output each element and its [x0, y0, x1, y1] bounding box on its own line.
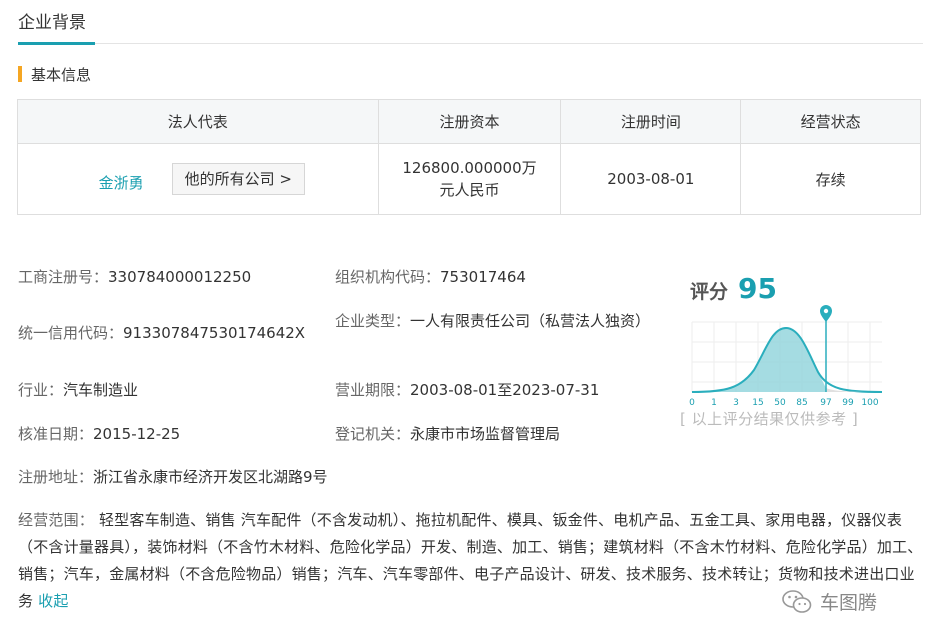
reg-number-row: 工商注册号：330784000012250 [18, 266, 251, 287]
capital-line-2: 元人民币 [439, 181, 500, 200]
industry-value: 汽车制造业 [63, 381, 139, 399]
tab-bar: 企业背景 [18, 0, 923, 45]
tick-label: 0 [689, 398, 695, 408]
capital-line-1: 126800.000000万 [402, 159, 537, 178]
approval-date-row: 核准日期：2015-12-25 [18, 423, 180, 444]
collapse-link[interactable]: 收起 [38, 592, 68, 610]
map-pin-icon [820, 305, 832, 322]
company-type-label: 企业类型： [335, 312, 411, 330]
approval-date-label: 核准日期： [18, 425, 94, 443]
authority-value: 永康市市场监督管理局 [410, 425, 561, 443]
tick-label: 3 [733, 398, 739, 408]
tick-label: 97 [820, 398, 831, 408]
address-label: 注册地址： [18, 468, 94, 486]
credit-code-label: 统一信用代码： [18, 324, 124, 342]
header-status: 经营状态 [740, 98, 921, 145]
term-label: 营业期限： [335, 381, 411, 399]
address-value: 浙江省永康市经济开发区北湖路9号 [93, 468, 328, 486]
business-scope-label: 经营范围： [18, 511, 95, 529]
all-companies-button[interactable]: 他的所有公司 > [171, 163, 305, 196]
cell-reg-capital: 126800.000000万 元人民币 [377, 143, 562, 215]
watermark: 车图腾 [782, 588, 877, 615]
address-row: 注册地址：浙江省永康市经济开发区北湖路9号 [18, 466, 328, 487]
tick-label: 15 [752, 398, 763, 408]
header-reg-capital: 注册资本 [377, 98, 562, 145]
tick-label: 85 [796, 398, 807, 408]
tick-label: 100 [861, 398, 878, 408]
company-type-row: 企业类型：一人有限责任公司（私营法人独资） [335, 309, 655, 333]
section-accent-bar [18, 66, 22, 82]
term-row: 营业期限：2003-08-01至2023-07-31 [335, 379, 599, 400]
watermark-text: 车图腾 [820, 592, 878, 614]
cell-legal-rep: 金浙勇 他的所有公司 > [17, 143, 379, 215]
table-row: 金浙勇 他的所有公司 > 126800.000000万 元人民币 2003-08… [17, 143, 921, 215]
score-disclaimer: [ 以上评分结果仅供参考 ] [680, 410, 859, 428]
wechat-icon [782, 589, 812, 613]
legal-rep-link[interactable]: 金浙勇 [99, 172, 144, 193]
section-basic-info: 基本信息 [18, 64, 91, 84]
authority-label: 登记机关： [335, 425, 411, 443]
tick-label: 50 [774, 398, 786, 408]
tick-label: 1 [711, 398, 717, 408]
term-value: 2003-08-01至2023-07-31 [410, 381, 600, 399]
industry-label: 行业： [18, 381, 64, 399]
section-title: 基本信息 [31, 65, 92, 84]
credit-code-row: 统一信用代码：913307847530174642X [18, 322, 305, 343]
authority-row: 登记机关：永康市市场监督管理局 [335, 423, 560, 444]
tick-label: 99 [842, 398, 854, 408]
basic-info-table: 法人代表 注册资本 注册时间 经营状态 金浙勇 他的所有公司 > 126800.… [17, 98, 921, 215]
company-type-value: 一人有限责任公司（私营法人独资） [410, 312, 651, 330]
industry-row: 行业：汽车制造业 [18, 379, 138, 400]
cell-reg-date: 2003-08-01 [560, 143, 742, 215]
company-background-page: 企业背景 基本信息 法人代表 注册资本 注册时间 经营状态 金浙勇 他的所有公司… [0, 0, 928, 642]
reg-number-value: 330784000012250 [108, 268, 252, 286]
score-distribution-chart: 0 1 3 15 50 85 97 99 100 [689, 305, 883, 408]
credit-code-value: 913307847530174642X [123, 324, 306, 342]
approval-date-value: 2015-12-25 [93, 425, 181, 443]
org-code-value: 753017464 [440, 268, 526, 286]
tab-active-indicator [18, 42, 95, 45]
score-axis-ticks: 0 1 3 15 50 85 97 99 100 [689, 398, 879, 408]
cell-status: 存续 [740, 143, 921, 215]
table-header-row: 法人代表 注册资本 注册时间 经营状态 [17, 98, 921, 145]
reg-number-label: 工商注册号： [18, 268, 109, 286]
org-code-row: 组织机构代码：753017464 [335, 266, 526, 287]
header-legal-rep: 法人代表 [17, 98, 379, 145]
org-code-label: 组织机构代码： [335, 268, 441, 286]
tab-company-background[interactable]: 企业背景 [18, 8, 90, 44]
header-reg-date: 注册时间 [560, 98, 742, 145]
